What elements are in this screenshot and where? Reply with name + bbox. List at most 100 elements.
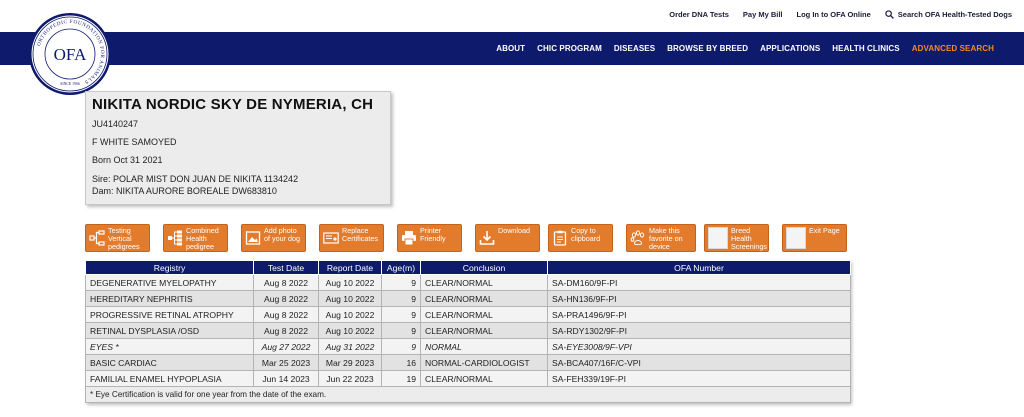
- cell-conclusion: CLEAR/NORMAL: [420, 322, 548, 339]
- table-header-row: Registry Test Date Report Date Age(m) Co…: [85, 260, 851, 275]
- nav-item-applications[interactable]: APPLICATIONS: [760, 44, 820, 53]
- nav-item-browse-by-breed[interactable]: BROWSE BY BREED: [667, 44, 748, 53]
- table-row: RETINAL DYSPLASIA /OSD Aug 8 2022 Aug 10 2…: [85, 322, 851, 339]
- button-label: Make this favorite on device: [649, 226, 683, 251]
- cell-report-date: Aug 10 2022: [318, 290, 382, 307]
- cell-conclusion: NORMAL: [420, 338, 548, 355]
- cell-age: 9: [381, 338, 421, 355]
- cell-ofa-number[interactable]: SA-EYE3008/9F-VPI: [547, 338, 851, 355]
- logo-since: SINCE 1966: [60, 82, 80, 86]
- dam: Dam: NIKITA AURORE BOREALE DW683810: [92, 186, 277, 196]
- cell-age: 19: [381, 370, 421, 387]
- nav-item-advanced-search[interactable]: ADVANCED SEARCH: [912, 44, 994, 53]
- cell-registry: BASIC CARDIAC: [85, 354, 254, 371]
- nav-item-health-clinics[interactable]: HEALTH CLINICS: [832, 44, 899, 53]
- cell-conclusion: CLEAR/NORMAL: [420, 274, 548, 291]
- dog-name: NIKITA NORDIC SKY DE NYMERIA, CH: [92, 96, 374, 113]
- photo-icon: [245, 227, 261, 249]
- cell-test-date: Aug 8 2022: [253, 274, 319, 291]
- exit-page-button[interactable]: Exit Page: [782, 224, 847, 252]
- nav-item-about[interactable]: ABOUT: [496, 44, 525, 53]
- broken-image-icon: [786, 227, 806, 249]
- cell-ofa-number[interactable]: SA-RDY1302/9F-PI: [547, 322, 851, 339]
- nav-item-chic-program[interactable]: CHIC PROGRAM: [537, 44, 602, 53]
- broken-image-icon: [708, 227, 728, 249]
- favorite-on-device-button[interactable]: Make this favorite on device: [626, 224, 696, 252]
- button-label: Download: [498, 226, 530, 235]
- top-utility-bar: Order DNA Tests Pay My Bill Log In to OF…: [0, 0, 1024, 32]
- cell-ofa-number[interactable]: SA-HN136/9F-PI: [547, 290, 851, 307]
- paw-icon: [630, 227, 646, 249]
- eye-certification-footnote: * Eye Certification is valid for one yea…: [85, 386, 851, 403]
- button-label: Replace Certificates: [342, 226, 378, 243]
- cell-conclusion: CLEAR/NORMAL: [420, 290, 548, 307]
- table-row: BASIC CARDIAC Mar 25 2023 Mar 29 2023 16 NOR…: [85, 354, 851, 371]
- button-label: Breed Health Screenings: [731, 226, 767, 251]
- cell-ofa-number[interactable]: SA-PRA1496/9F-PI: [547, 306, 851, 323]
- testing-vertical-pedigrees-button[interactable]: Testing Vertical pedigrees: [85, 224, 150, 252]
- search-icon: [885, 10, 894, 19]
- replace-certificates-button[interactable]: Replace Certificates: [319, 224, 384, 252]
- button-label: Printer Friendly: [420, 226, 446, 243]
- login-link[interactable]: Log In to OFA Online: [797, 10, 871, 19]
- breed-health-screenings-button[interactable]: Breed Health Screenings: [704, 224, 769, 252]
- column-header-test-date: Test Date: [253, 260, 319, 275]
- sex-breed: F WHITE SAMOYED: [92, 137, 177, 147]
- cell-registry: FAMILIAL ENAMEL HYPOPLASIA: [85, 370, 254, 387]
- cell-ofa-number[interactable]: SA-DM160/9F-PI: [547, 274, 851, 291]
- combined-pedigree-icon: [167, 227, 183, 249]
- order-dna-tests-link[interactable]: Order DNA Tests: [669, 10, 729, 19]
- download-button[interactable]: Download: [475, 224, 540, 252]
- pay-my-bill-link[interactable]: Pay My Bill: [743, 10, 783, 19]
- ofa-logo[interactable]: ORTHOPEDIC FOUNDATION FOR ANIMALS OFA SI…: [28, 12, 112, 96]
- cell-conclusion: NORMAL-CARDIOLOGIST: [420, 354, 548, 371]
- cell-age: 9: [381, 274, 421, 291]
- cell-age: 9: [381, 322, 421, 339]
- cell-report-date: Aug 10 2022: [318, 306, 382, 323]
- table-row: DEGENERATIVE MYELOPATHY Aug 8 2022 Aug 10 …: [85, 274, 851, 291]
- cell-registry: PROGRESSIVE RETINAL ATROPHY: [85, 306, 254, 323]
- column-header-report-date: Report Date: [318, 260, 382, 275]
- cell-age: 9: [381, 306, 421, 323]
- table-row: PROGRESSIVE RETINAL ATROPHY Aug 8 2022 Aug…: [85, 306, 851, 323]
- search-dogs-label: Search OFA Health-Tested Dogs: [897, 10, 1012, 19]
- table-row: FAMILIAL ENAMEL HYPOPLASIA Jun 14 2023 Jun…: [85, 370, 851, 387]
- parents: Sire: POLAR MIST DON JUAN DE NIKITA 1134…: [92, 173, 384, 197]
- printer-icon: [401, 227, 417, 249]
- cell-registry: RETINAL DYSPLASIA /OSD: [85, 322, 254, 339]
- cell-report-date: Mar 29 2023: [318, 354, 382, 371]
- download-icon: [479, 227, 495, 249]
- table-row: HEREDITARY NEPHRITIS Aug 8 2022 Aug 10 202…: [85, 290, 851, 307]
- column-header-ofa-number: OFA Number: [547, 260, 851, 275]
- main-navbar: ABOUT CHIC PROGRAM DISEASES BROWSE BY BREED…: [0, 32, 1024, 65]
- health-results-table: Registry Test Date Report Date Age(m) Co…: [85, 260, 851, 403]
- column-header-age: Age(m): [381, 260, 421, 275]
- cell-test-date: Aug 27 2022: [253, 338, 319, 355]
- vertical-pedigree-icon: [89, 227, 105, 249]
- add-photo-button[interactable]: Add photo of your dog: [241, 224, 306, 252]
- cell-registry: HEREDITARY NEPHRITIS: [85, 290, 254, 307]
- combined-health-pedigree-button[interactable]: Combined Health pedigree: [163, 224, 228, 252]
- button-label: Testing Vertical pedigrees: [108, 226, 140, 251]
- cell-ofa-number[interactable]: SA-FEH339/19F-PI: [547, 370, 851, 387]
- cell-age: 16: [381, 354, 421, 371]
- table-row: EYES * Aug 27 2022 Aug 31 2022 9 NORMAL SA-EY…: [85, 338, 851, 355]
- cell-report-date: Jun 22 2023: [318, 370, 382, 387]
- cell-test-date: Aug 8 2022: [253, 306, 319, 323]
- printer-friendly-button[interactable]: Printer Friendly: [397, 224, 462, 252]
- copy-to-clipboard-button[interactable]: Copy to clipboard: [548, 224, 613, 252]
- table-footnote-row: * Eye Certification is valid for one yea…: [85, 386, 851, 403]
- birth-date: Born Oct 31 2021: [92, 155, 163, 165]
- button-label: Exit Page: [809, 226, 840, 235]
- search-dogs-link[interactable]: Search OFA Health-Tested Dogs: [885, 10, 1012, 19]
- cell-registry: EYES *: [85, 338, 254, 355]
- nav-items: ABOUT CHIC PROGRAM DISEASES BROWSE BY BREED…: [496, 32, 994, 65]
- logo-text: OFA: [54, 45, 87, 64]
- sire: Sire: POLAR MIST DON JUAN DE NIKITA 1134…: [92, 174, 299, 184]
- cell-age: 9: [381, 290, 421, 307]
- button-label: Copy to clipboard: [571, 226, 601, 243]
- column-header-registry: Registry: [85, 260, 254, 275]
- cell-test-date: Aug 8 2022: [253, 322, 319, 339]
- cell-ofa-number[interactable]: SA-BCA407/16F/C-VPI: [547, 354, 851, 371]
- nav-item-diseases[interactable]: DISEASES: [614, 44, 655, 53]
